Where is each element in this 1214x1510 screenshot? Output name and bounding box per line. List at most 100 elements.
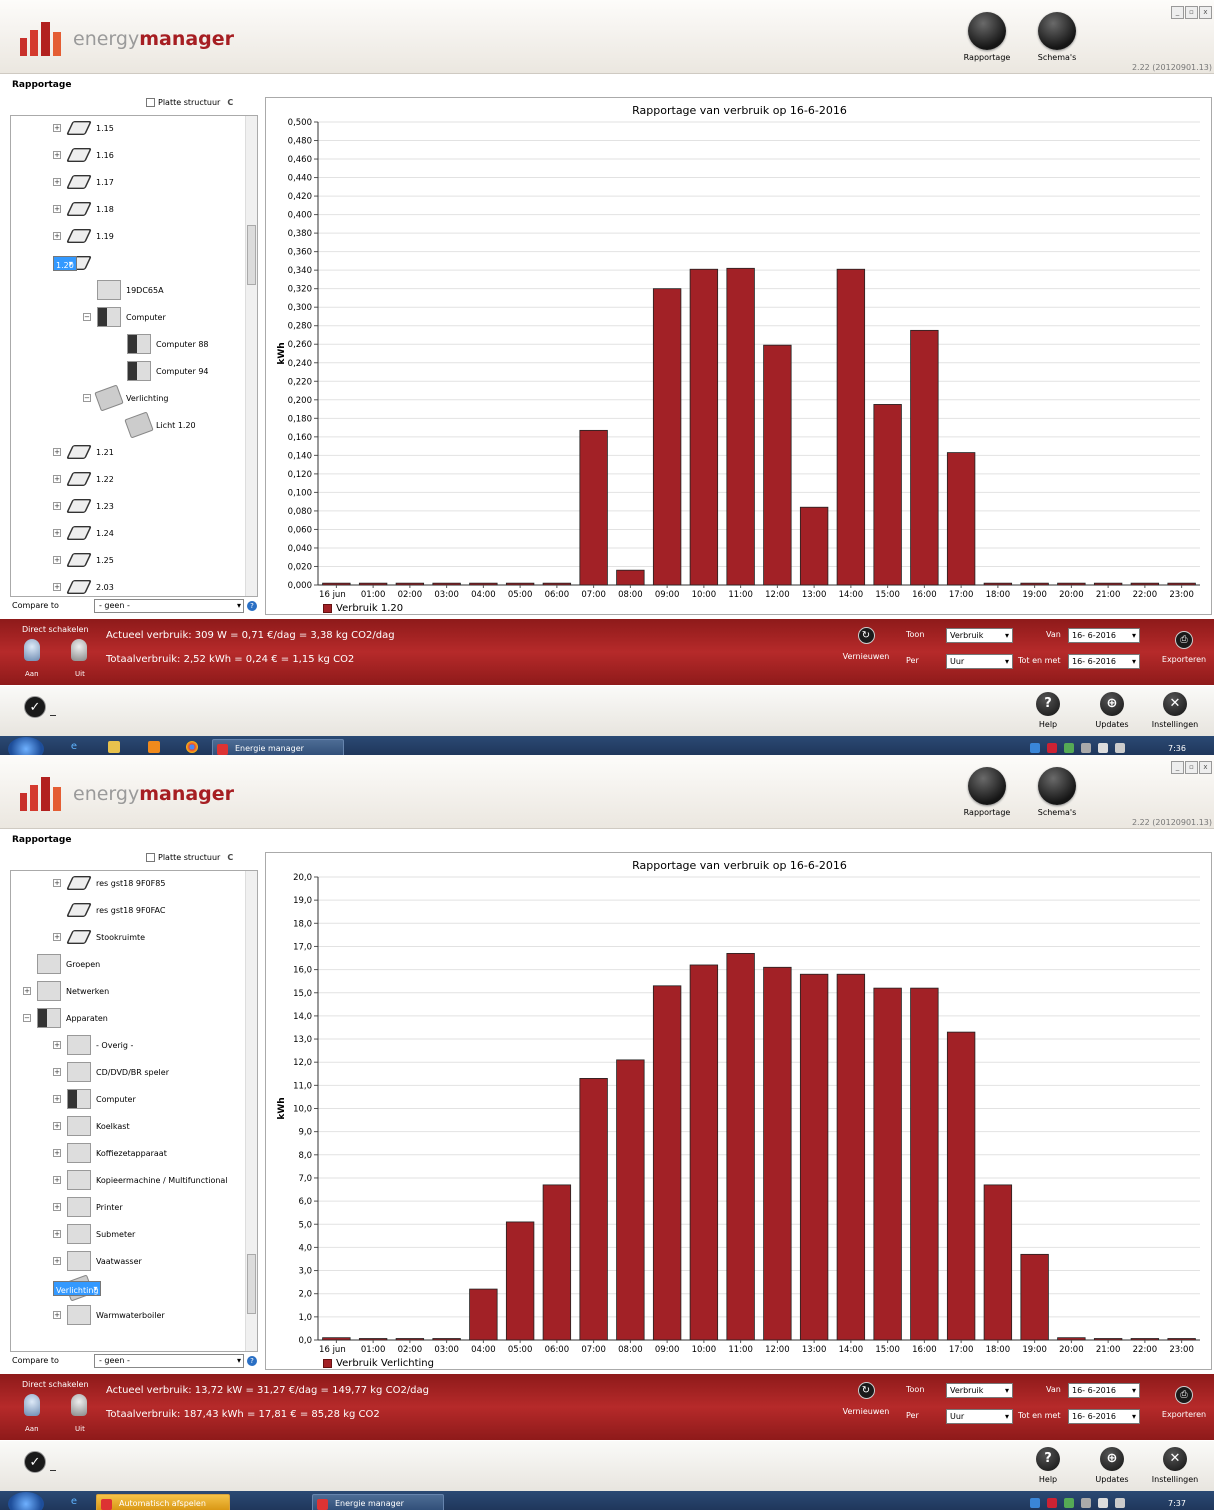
compare-to-select[interactable]: - geen - — [94, 1354, 244, 1368]
exporteren-button[interactable]: ⎙ Exporteren — [1158, 1386, 1210, 1419]
tot-en-met-date-picker[interactable]: 16- 6-2016 — [1068, 654, 1140, 669]
clock[interactable]: 7:36 — [1168, 744, 1186, 753]
restore-icon[interactable]: ▫ — [1185, 761, 1198, 774]
flag-icon[interactable] — [1115, 743, 1125, 753]
minimize-icon[interactable]: _ — [1171, 761, 1184, 774]
refresh-tree-icon[interactable]: C — [227, 853, 233, 862]
tree-scrollbar-thumb[interactable] — [247, 224, 256, 285]
tree-expand-toggle[interactable]: − — [23, 1014, 31, 1022]
tree-expand-toggle[interactable]: + — [53, 1122, 61, 1130]
clock[interactable]: 7:37 — [1168, 1499, 1186, 1508]
tree-expand-toggle[interactable]: + — [53, 475, 61, 483]
minimize-icon[interactable]: _ — [1171, 6, 1184, 19]
internet-explorer-icon[interactable]: e — [68, 1496, 80, 1508]
tree-expand-toggle[interactable]: + — [53, 583, 61, 591]
tray-icon[interactable] — [1030, 1498, 1040, 1508]
tree-item[interactable]: Groepen — [23, 954, 102, 974]
tree-expand-toggle[interactable]: − — [83, 394, 91, 402]
light-on-icon[interactable] — [24, 639, 40, 661]
tree-expand-toggle[interactable]: + — [53, 1257, 61, 1265]
tree-scrollbar-thumb[interactable] — [247, 1254, 256, 1315]
tree-item[interactable]: +1.17 — [53, 173, 116, 191]
per-select[interactable]: Uur — [946, 1409, 1013, 1424]
help-button[interactable]: ? Help — [1021, 692, 1075, 729]
tree-item[interactable]: + CD/DVD/BR speler — [53, 1062, 171, 1082]
tree-item[interactable]: − Apparaten — [23, 1008, 110, 1028]
vernieuwen-button[interactable]: ↻ Vernieuwen — [842, 627, 890, 661]
tree-expand-toggle[interactable]: + — [53, 1311, 61, 1319]
tree-item[interactable]: + Kopieermachine / Multifunctional — [53, 1170, 230, 1190]
toon-select[interactable]: Verbruik — [946, 628, 1013, 643]
flag-icon[interactable] — [1115, 1498, 1125, 1508]
tree-item[interactable]: +1.18 — [53, 200, 116, 218]
start-button[interactable] — [8, 737, 44, 755]
tree-expand-toggle[interactable]: − — [83, 313, 91, 321]
tree-item[interactable]: + Netwerken — [23, 981, 111, 1001]
volume-icon[interactable] — [1098, 1498, 1108, 1508]
updates-button[interactable]: ⊕ Updates — [1085, 1447, 1139, 1484]
tree-item[interactable]: +1.15 — [53, 119, 116, 137]
compare-to-select[interactable]: - geen - — [94, 599, 244, 613]
close-icon[interactable]: x — [1199, 6, 1212, 19]
tree-item[interactable]: +Verlichting — [53, 1274, 102, 1302]
rapportage-button[interactable]: Rapportage — [957, 12, 1017, 70]
schemas-button[interactable]: Schema's — [1027, 12, 1087, 70]
tree-item[interactable]: + res gst18 9F0F85 — [53, 874, 167, 892]
volume-icon[interactable] — [1098, 743, 1108, 753]
tree-expand-toggle[interactable]: + — [53, 1041, 61, 1049]
tree-expand-toggle[interactable]: + — [53, 556, 61, 564]
antivirus-icon[interactable] — [1047, 743, 1057, 753]
start-button[interactable] — [8, 1492, 44, 1510]
per-select[interactable]: Uur — [946, 654, 1013, 669]
schemas-button[interactable]: Schema's — [1027, 767, 1087, 825]
close-icon[interactable]: x — [1199, 761, 1212, 774]
van-date-picker[interactable]: 16- 6-2016 — [1068, 628, 1140, 643]
tree-item[interactable]: 19DC65A — [83, 280, 166, 300]
tree-expand-toggle[interactable]: + — [53, 502, 61, 510]
taskbar-task[interactable]: Energie manager — [312, 1494, 444, 1510]
light-off-icon[interactable] — [71, 1394, 87, 1416]
tree-expand-toggle[interactable]: + — [53, 933, 61, 941]
taskbar-task[interactable]: Energie manager — [212, 739, 344, 755]
vernieuwen-button[interactable]: ↻ Vernieuwen — [842, 1382, 890, 1416]
updates-button[interactable]: ⊕ Updates — [1085, 692, 1139, 729]
explorer-folder-icon[interactable] — [108, 741, 120, 753]
tree-item[interactable]: + Stookruimte — [53, 928, 147, 946]
network-status-icon[interactable] — [1081, 1498, 1091, 1508]
tree-item[interactable]: res gst18 9F0FAC — [53, 901, 167, 919]
internet-explorer-icon[interactable]: e — [68, 741, 80, 753]
tree-item[interactable]: +1.19 — [53, 227, 116, 245]
tree-expand-toggle[interactable]: + — [53, 151, 61, 159]
tree-expand-toggle[interactable]: + — [53, 1203, 61, 1211]
tree-expand-toggle[interactable]: + — [23, 987, 31, 995]
tree-expand-toggle[interactable]: + — [53, 529, 61, 537]
tray-icon[interactable] — [1030, 743, 1040, 753]
tot-en-met-date-picker[interactable]: 16- 6-2016 — [1068, 1409, 1140, 1424]
network-icon[interactable] — [1064, 743, 1074, 753]
light-off-icon[interactable] — [71, 639, 87, 661]
tree-item[interactable]: + Printer — [53, 1197, 125, 1217]
tree-item[interactable]: + Koffiezetapparaat — [53, 1143, 169, 1163]
tree-item[interactable]: + Computer — [53, 1089, 138, 1109]
tree-item[interactable]: + Vaatwasser — [53, 1251, 144, 1271]
light-on-icon[interactable] — [24, 1394, 40, 1416]
flat-structure-toggle[interactable]: Platte structuur C — [146, 98, 233, 107]
toon-select[interactable]: Verbruik — [946, 1383, 1013, 1398]
tree-item[interactable]: +1.23 — [53, 497, 116, 515]
tree-expand-toggle[interactable]: + — [53, 1149, 61, 1157]
tree-scrollbar[interactable] — [245, 871, 257, 1351]
tree-expand-toggle[interactable]: + — [53, 205, 61, 213]
tree-expand-toggle[interactable]: + — [53, 448, 61, 456]
tree-expand-toggle[interactable]: + — [53, 1095, 61, 1103]
check-icon[interactable]: ✓ — [24, 696, 56, 718]
tree-item[interactable]: +1.25 — [53, 551, 116, 569]
instellingen-button[interactable]: ✕ Instellingen — [1148, 1447, 1202, 1484]
tree-item[interactable]: − Verlichting — [83, 384, 170, 412]
exporteren-button[interactable]: ⎙ Exporteren — [1158, 631, 1210, 664]
network-icon[interactable] — [1064, 1498, 1074, 1508]
device-tree[interactable]: +1.15+1.16+1.17+1.18+1.19−1.2019DC65A−Co… — [10, 115, 258, 597]
tree-item[interactable]: +1.24 — [53, 524, 116, 542]
tree-item[interactable]: +2.03 — [53, 578, 116, 596]
tree-expand-toggle[interactable]: + — [53, 1230, 61, 1238]
taskbar-task[interactable]: Automatisch afspelen — [96, 1494, 230, 1510]
